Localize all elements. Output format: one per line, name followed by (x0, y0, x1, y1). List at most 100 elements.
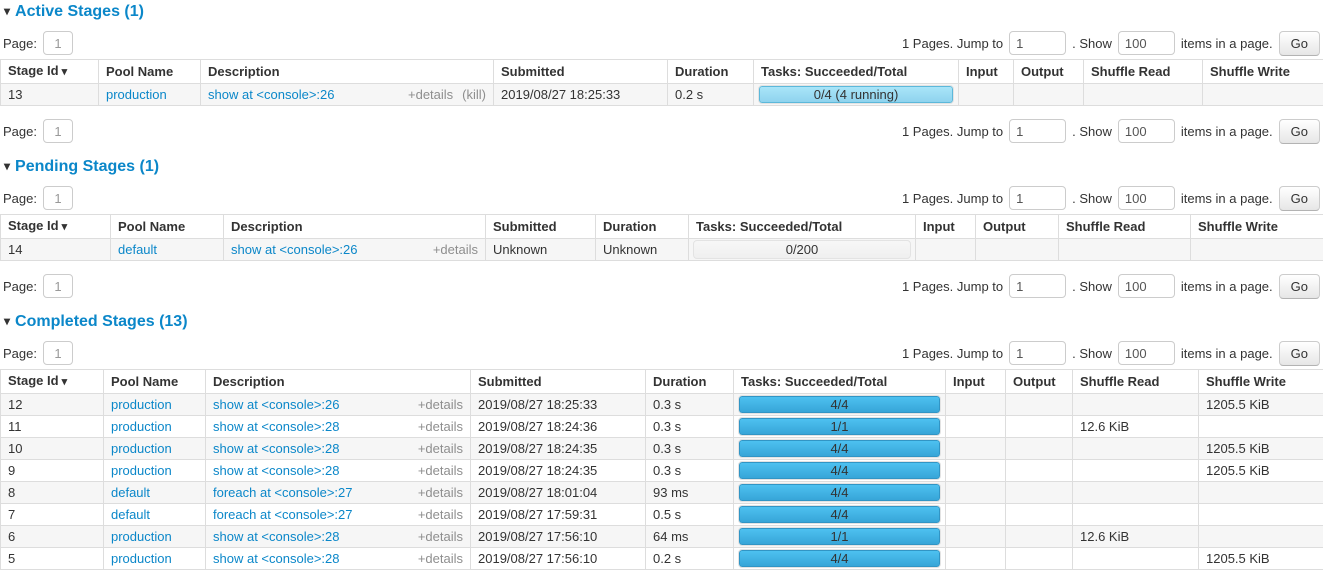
details-toggle[interactable]: +details (418, 507, 463, 522)
col-header-shuffle-read[interactable]: Shuffle Read (1059, 215, 1191, 239)
show-items-input[interactable] (1118, 186, 1175, 210)
col-header-input[interactable]: Input (959, 60, 1014, 84)
col-header-pool-name[interactable]: Pool Name (104, 370, 206, 394)
details-toggle[interactable]: +details (418, 463, 463, 478)
jump-to-page-input[interactable] (1009, 119, 1066, 143)
go-button[interactable]: Go (1279, 341, 1320, 366)
show-items-input[interactable] (1118, 119, 1175, 143)
section-title-link[interactable]: Pending Stages (1) (15, 158, 159, 175)
input-cell (946, 460, 1006, 482)
pool-name-link[interactable]: default (111, 485, 150, 500)
stage-id-cell: 10 (1, 438, 104, 460)
jump-to-page-input[interactable] (1009, 186, 1066, 210)
pool-name-link[interactable]: production (111, 397, 172, 412)
page-label: Page: (3, 36, 37, 51)
col-header-shuffle-read[interactable]: Shuffle Read (1084, 60, 1203, 84)
active-stages-table: Stage Id▾ Pool Name Description Submitte… (0, 59, 1323, 106)
col-header-output[interactable]: Output (1014, 60, 1084, 84)
page-number-input[interactable] (43, 341, 73, 365)
col-header-duration[interactable]: Duration (668, 60, 754, 84)
col-header-stage-id[interactable]: Stage Id▾ (1, 215, 111, 239)
description-link[interactable]: show at <console>:28 (213, 419, 339, 434)
col-header-stage-id[interactable]: Stage Id▾ (1, 60, 99, 84)
col-header-input[interactable]: Input (946, 370, 1006, 394)
description-link[interactable]: show at <console>:28 (213, 441, 339, 456)
go-button[interactable]: Go (1279, 119, 1320, 144)
go-button[interactable]: Go (1279, 274, 1320, 299)
col-header-shuffle-write[interactable]: Shuffle Write (1203, 60, 1323, 84)
details-toggle[interactable]: +details (408, 87, 453, 102)
col-header-tasks[interactable]: Tasks: Succeeded/Total (734, 370, 946, 394)
col-header-tasks[interactable]: Tasks: Succeeded/Total (689, 215, 916, 239)
section-title-link[interactable]: Completed Stages (13) (15, 313, 187, 330)
pool-name-link[interactable]: production (111, 551, 172, 566)
col-header-output[interactable]: Output (1006, 370, 1073, 394)
description: show at <console>:28 +details (213, 441, 463, 456)
pool-name-link[interactable]: production (106, 87, 167, 102)
col-header-pool-name[interactable]: Pool Name (111, 215, 224, 239)
pool-name-link[interactable]: default (111, 507, 150, 522)
details-toggle[interactable]: +details (418, 485, 463, 500)
col-header-submitted[interactable]: Submitted (471, 370, 646, 394)
col-header-input[interactable]: Input (916, 215, 976, 239)
page-number-input[interactable] (43, 119, 73, 143)
show-items-input[interactable] (1118, 274, 1175, 298)
kill-link[interactable]: (kill) (462, 87, 486, 102)
jump-to-page-input[interactable] (1009, 31, 1066, 55)
show-text: . Show (1072, 36, 1112, 51)
tasks-cell: 0/200 (689, 239, 916, 261)
col-header-description[interactable]: Description (201, 60, 494, 84)
page-number-input[interactable] (43, 31, 73, 55)
details-toggle[interactable]: +details (418, 397, 463, 412)
show-items-input[interactable] (1118, 31, 1175, 55)
collapse-arrow-icon[interactable]: ▾ (4, 159, 10, 173)
pool-name-link[interactable]: production (111, 441, 172, 456)
details-toggle[interactable]: +details (418, 419, 463, 434)
col-header-submitted[interactable]: Submitted (486, 215, 596, 239)
details-toggle[interactable]: +details (433, 242, 478, 257)
description-link[interactable]: show at <console>:28 (213, 551, 339, 566)
go-button[interactable]: Go (1279, 31, 1320, 56)
stage-row: 9productionshow at <console>:28+details2… (1, 460, 1323, 482)
collapse-arrow-icon[interactable]: ▾ (4, 314, 10, 328)
description-link[interactable]: show at <console>:26 (208, 87, 334, 102)
col-header-shuffle-write[interactable]: Shuffle Write (1199, 370, 1323, 394)
col-header-submitted[interactable]: Submitted (494, 60, 668, 84)
active-stages-section: ▾Active Stages (1) Page: 1 Pages. Jump t… (0, 2, 1323, 144)
col-header-output[interactable]: Output (976, 215, 1059, 239)
section-title-link[interactable]: Active Stages (1) (15, 3, 144, 20)
tasks-progress-bar: 4/4 (738, 505, 941, 524)
pool-name-link[interactable]: production (111, 463, 172, 478)
pool-name-link[interactable]: production (111, 419, 172, 434)
col-header-duration[interactable]: Duration (646, 370, 734, 394)
shuffle-write-cell (1199, 416, 1323, 438)
jump-to-page-input[interactable] (1009, 341, 1066, 365)
col-header-stage-id[interactable]: Stage Id▾ (1, 370, 104, 394)
page-number-input[interactable] (43, 186, 73, 210)
description-link[interactable]: show at <console>:28 (213, 463, 339, 478)
col-header-shuffle-read[interactable]: Shuffle Read (1073, 370, 1199, 394)
col-header-description[interactable]: Description (206, 370, 471, 394)
description-link[interactable]: foreach at <console>:27 (213, 485, 353, 500)
col-header-tasks[interactable]: Tasks: Succeeded/Total (754, 60, 959, 84)
col-header-description[interactable]: Description (224, 215, 486, 239)
pool-name-link[interactable]: default (118, 242, 157, 257)
stage-id-cell: 5 (1, 548, 104, 570)
details-toggle[interactable]: +details (418, 529, 463, 544)
col-header-pool-name[interactable]: Pool Name (99, 60, 201, 84)
stage-row: 7defaultforeach at <console>:27+details2… (1, 504, 1323, 526)
description-link[interactable]: show at <console>:26 (231, 242, 357, 257)
col-header-duration[interactable]: Duration (596, 215, 689, 239)
jump-to-page-input[interactable] (1009, 274, 1066, 298)
page-number-input[interactable] (43, 274, 73, 298)
description-link[interactable]: show at <console>:26 (213, 397, 339, 412)
go-button[interactable]: Go (1279, 186, 1320, 211)
show-items-input[interactable] (1118, 341, 1175, 365)
details-toggle[interactable]: +details (418, 441, 463, 456)
details-toggle[interactable]: +details (418, 551, 463, 566)
description-link[interactable]: show at <console>:28 (213, 529, 339, 544)
description-link[interactable]: foreach at <console>:27 (213, 507, 353, 522)
pool-name-link[interactable]: production (111, 529, 172, 544)
col-header-shuffle-write[interactable]: Shuffle Write (1191, 215, 1323, 239)
collapse-arrow-icon[interactable]: ▾ (4, 4, 10, 18)
